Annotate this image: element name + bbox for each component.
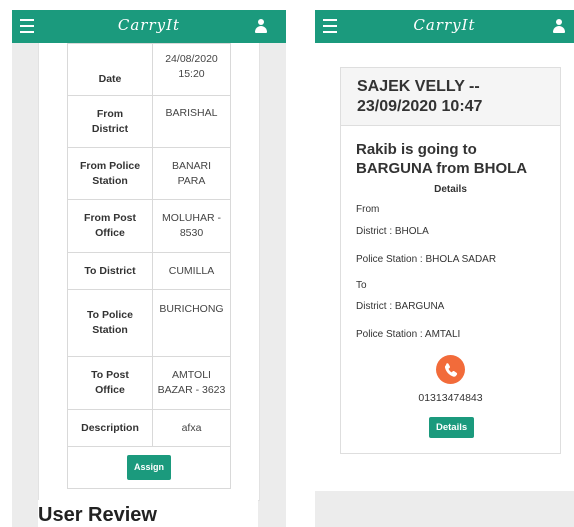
row-value: 24/08/2020 15:20: [152, 43, 231, 96]
card-title: SAJEK VELLY -- 23/09/2020 10:47: [357, 78, 483, 115]
to-label: To: [356, 280, 367, 291]
trip-card: SAJEK VELLY -- 23/09/2020 10:47 Rakib is…: [340, 67, 561, 454]
table-row: Assign: [67, 446, 231, 489]
from-police-station: Police Station : BHOLA SADAR: [356, 254, 497, 265]
top-nav-bar: CarryIt: [315, 10, 574, 43]
parcel-details-table: Date 24/08/2020 15:20 From District BARI…: [67, 43, 231, 489]
user-icon[interactable]: [255, 19, 267, 33]
details-heading: Details: [434, 184, 467, 195]
table-row: From Police Station BANARI PARA: [67, 147, 231, 200]
row-label: From District: [67, 95, 153, 148]
table-row: From Post Office MOLUHAR - 8530: [67, 199, 231, 253]
to-police-station: Police Station : AMTALI: [356, 329, 461, 340]
row-label: From Post Office: [67, 199, 153, 253]
row-label: To Post Office: [67, 356, 153, 410]
brand-logo: CarryIt: [117, 16, 181, 34]
row-value: AMTOLI BAZAR - 3623: [152, 356, 231, 410]
row-label: Date: [67, 43, 153, 96]
row-value: afxa: [152, 409, 231, 447]
top-nav-bar: CarryIt: [12, 10, 286, 43]
row-label: To Police Station: [67, 289, 153, 357]
table-row: Date 24/08/2020 15:20: [67, 43, 231, 96]
row-value: MOLUHAR - 8530: [152, 199, 231, 253]
parcel-details-card: Date 24/08/2020 15:20 From District BARI…: [38, 43, 260, 501]
table-row: Description afxa: [67, 409, 231, 447]
left-screen: CarryIt Date 24/08/2020 15:20 From Distr…: [12, 10, 286, 527]
table-row: To Police Station BURICHONG: [67, 289, 231, 357]
row-value: BURICHONG: [152, 289, 231, 357]
row-label: To District: [67, 252, 153, 290]
user-review-section: User Review: [38, 500, 258, 527]
card-header: SAJEK VELLY -- 23/09/2020 10:47: [341, 68, 560, 126]
user-icon[interactable]: [553, 19, 565, 33]
details-button[interactable]: Details: [429, 417, 475, 438]
table-row: From District BARISHAL: [67, 95, 231, 148]
from-district: District : BHOLA: [356, 226, 429, 237]
from-label: From: [356, 204, 380, 215]
right-screen: CarryIt SAJEK VELLY -- 23/09/2020 10:47 …: [315, 10, 574, 527]
assign-button[interactable]: Assign: [126, 455, 171, 480]
row-value: BARISHAL: [152, 95, 231, 148]
row-value: CUMILLA: [152, 252, 231, 290]
row-label: Description: [67, 409, 153, 447]
row-label: From Police Station: [67, 147, 153, 200]
phone-number: 01313474843: [418, 392, 483, 404]
assign-cell: Assign: [67, 446, 231, 489]
table-row: To Post Office AMTOLI BAZAR - 3623: [67, 356, 231, 410]
row-value: BANARI PARA: [152, 147, 231, 200]
to-district: District : BARGUNA: [356, 301, 445, 312]
table-row: To District CUMILLA: [67, 252, 231, 290]
brand-logo: CarryIt: [413, 16, 476, 34]
content-area: SAJEK VELLY -- 23/09/2020 10:47 Rakib is…: [315, 43, 574, 491]
phone-icon: [444, 363, 458, 377]
trip-headline: Rakib is going to BARGUNA from BHOLA: [356, 141, 528, 177]
call-button[interactable]: [436, 355, 465, 384]
user-review-heading: User Review: [38, 504, 157, 526]
